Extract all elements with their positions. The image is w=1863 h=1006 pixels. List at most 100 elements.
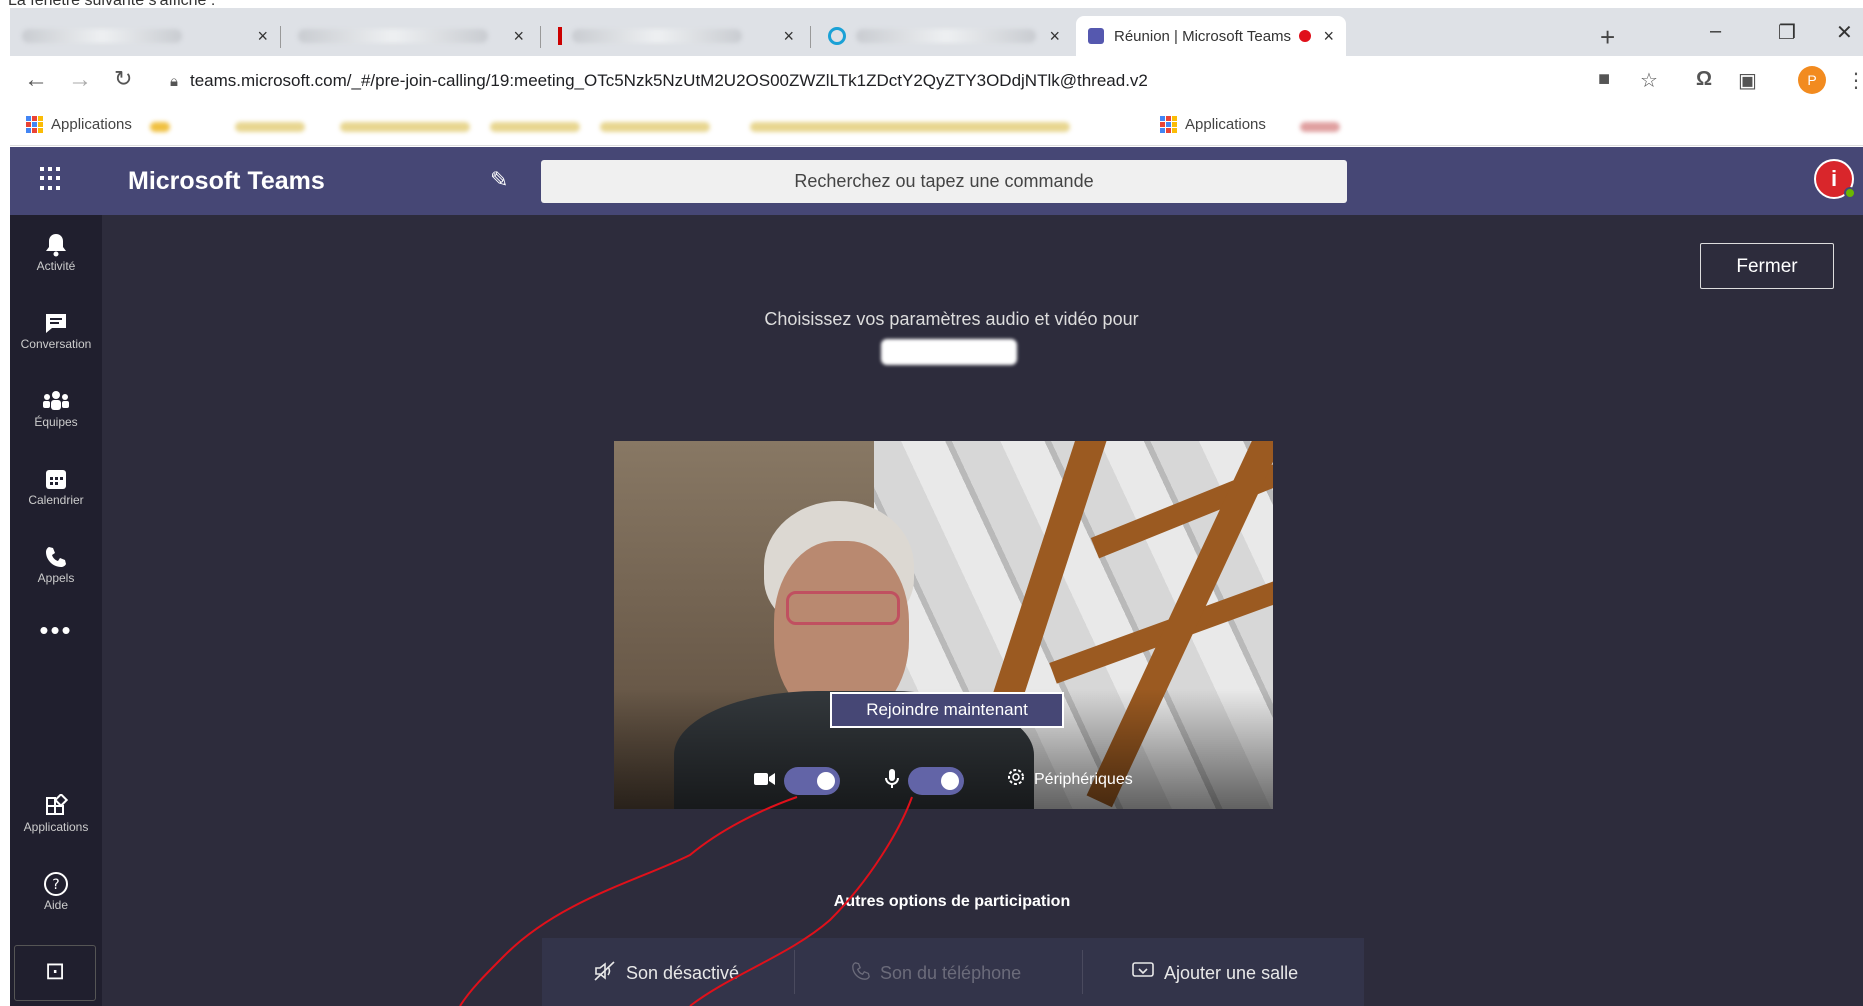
rail-label: Conversation bbox=[20, 337, 92, 351]
search-command-box[interactable]: Recherchez ou tapez une commande bbox=[541, 160, 1347, 203]
apps-grid-icon bbox=[26, 116, 43, 133]
close-window-icon[interactable]: ✕ bbox=[1836, 20, 1853, 45]
calendar-icon bbox=[10, 463, 102, 493]
address-bar[interactable]: 🔒︎ teams.microsoft.com/_#/pre-join-calli… bbox=[170, 64, 1570, 98]
svg-text:?: ? bbox=[52, 877, 59, 893]
reload-icon[interactable]: ↻ bbox=[114, 66, 132, 92]
bookmarks-bar: Applications Applications bbox=[10, 106, 1863, 146]
teams-app: Microsoft Teams ✎ Recherchez ou tapez un… bbox=[10, 147, 1863, 1006]
prejoin-prompt: Choisissez vos paramètres audio et vidéo… bbox=[764, 309, 1139, 329]
minimize-icon[interactable]: – bbox=[1710, 20, 1721, 43]
app-title: Microsoft Teams bbox=[128, 167, 325, 195]
microphone-toggle[interactable] bbox=[908, 767, 964, 795]
tab-favicon bbox=[828, 27, 846, 45]
rail-label: Appels bbox=[37, 571, 75, 585]
option-label: Son du téléphone bbox=[880, 962, 1022, 983]
tab-title: Réunion | Microsoft Teams bbox=[1114, 27, 1292, 45]
tab-title-redacted bbox=[856, 29, 1036, 43]
speaker-off-icon bbox=[594, 960, 616, 986]
app-launcher-icon[interactable] bbox=[40, 167, 64, 191]
tab-favicon bbox=[558, 27, 562, 45]
cast-icon bbox=[1132, 961, 1154, 986]
bookmark-label: Applications bbox=[1185, 116, 1266, 133]
tab-title-redacted bbox=[22, 29, 182, 43]
browser-tab[interactable]: × bbox=[816, 16, 1072, 56]
browser-tab[interactable]: × bbox=[10, 16, 280, 56]
video-preview: Rejoindre maintenant Périphériques bbox=[614, 441, 1273, 809]
tab-close-icon[interactable]: × bbox=[257, 26, 268, 47]
audio-off-option[interactable]: Son désactivé bbox=[594, 958, 739, 988]
rail-label: Calendrier bbox=[28, 493, 84, 507]
rail-item-teams[interactable]: Équipes bbox=[10, 385, 102, 429]
apps-icon bbox=[10, 790, 102, 820]
menu-icon[interactable]: ⋮ bbox=[1846, 68, 1863, 93]
camera-in-use-icon[interactable]: ■ bbox=[1598, 68, 1610, 91]
tab-title-redacted bbox=[298, 29, 488, 43]
close-button[interactable]: Fermer bbox=[1700, 243, 1834, 289]
rail-label: Aide bbox=[43, 898, 69, 912]
tab-close-icon[interactable]: × bbox=[783, 26, 794, 47]
devices-button[interactable]: Périphériques bbox=[1006, 767, 1133, 792]
join-now-button[interactable]: Rejoindre maintenant bbox=[830, 692, 1064, 728]
browser-toolbar: ← → ↻ 🔒︎ teams.microsoft.com/_#/pre-join… bbox=[10, 56, 1863, 106]
bookmark-apps[interactable]: Applications bbox=[26, 116, 132, 133]
bookmark-apps-2[interactable]: Applications bbox=[1160, 116, 1266, 133]
rail-item-calendar[interactable]: Calendrier bbox=[10, 463, 102, 507]
mic-control bbox=[884, 767, 964, 795]
rail-label: Équipes bbox=[34, 415, 78, 429]
rail-item-calls[interactable]: Appels bbox=[10, 541, 102, 585]
phone-icon bbox=[852, 961, 870, 985]
more-apps-icon[interactable]: ••• bbox=[10, 615, 102, 646]
chat-icon bbox=[10, 307, 102, 337]
lock-icon: 🔒︎ bbox=[170, 72, 178, 90]
option-label: Ajouter une salle bbox=[1164, 962, 1299, 983]
rail-label: Applications bbox=[23, 820, 89, 834]
meeting-name-redacted bbox=[881, 339, 1017, 365]
camera-toggle[interactable] bbox=[784, 767, 840, 795]
extension-icon[interactable]: Ω bbox=[1696, 68, 1712, 91]
option-label: Son désactivé bbox=[626, 962, 740, 983]
tab-close-icon[interactable]: × bbox=[513, 26, 524, 47]
phone-icon bbox=[10, 541, 102, 571]
bookmark-star-icon[interactable]: ☆ bbox=[1640, 68, 1658, 93]
devices-label: Périphériques bbox=[1034, 770, 1133, 788]
url-text: teams.microsoft.com/_#/pre-join-calling/… bbox=[189, 71, 1148, 90]
phone-audio-option[interactable]: Son du téléphone bbox=[852, 958, 1021, 988]
add-room-option[interactable]: Ajouter une salle bbox=[1132, 958, 1298, 988]
browser-tab[interactable]: × bbox=[286, 16, 536, 56]
pdf-extension-icon[interactable]: ▣ bbox=[1738, 68, 1757, 93]
browser-tab[interactable]: × bbox=[546, 16, 806, 56]
rail-item-apps[interactable]: Applications bbox=[10, 790, 102, 834]
browser-tabstrip: × × × × Réunion | Microsoft Teams × + – … bbox=[10, 8, 1863, 56]
join-options-bar: Son désactivé Son du téléphone Ajouter u… bbox=[542, 938, 1364, 1006]
recording-dot-icon bbox=[1299, 30, 1312, 42]
forward-icon[interactable]: → bbox=[68, 66, 92, 94]
microphone-icon bbox=[884, 768, 900, 795]
other-options-title: Autres options de participation bbox=[833, 893, 1071, 910]
back-icon[interactable]: ← bbox=[24, 66, 48, 94]
rail-item-activity[interactable]: Activité bbox=[10, 229, 102, 273]
rail-label: Activité bbox=[36, 259, 76, 273]
tab-title-redacted bbox=[572, 29, 742, 43]
profile-avatar[interactable]: P bbox=[1798, 66, 1826, 94]
new-tab-button[interactable]: + bbox=[1600, 22, 1615, 53]
camera-control bbox=[754, 767, 840, 795]
rail-item-chat[interactable]: Conversation bbox=[10, 307, 102, 351]
new-chat-icon[interactable]: ✎ bbox=[490, 167, 508, 193]
teams-icon bbox=[10, 385, 102, 415]
app-rail: Activité Conversation Équipes Calendrier… bbox=[10, 215, 102, 1006]
download-app-icon[interactable]: ⊡ bbox=[14, 945, 96, 1001]
gear-icon bbox=[1006, 767, 1026, 792]
restore-icon[interactable]: ❐ bbox=[1778, 20, 1796, 45]
rail-item-help[interactable]: ? Aide bbox=[10, 868, 102, 912]
browser-tab-active[interactable]: Réunion | Microsoft Teams × bbox=[1076, 16, 1346, 56]
tab-close-icon[interactable]: × bbox=[1049, 26, 1060, 47]
bookmark-label: Applications bbox=[51, 116, 132, 133]
bell-icon bbox=[10, 229, 102, 259]
status-available-icon bbox=[1844, 187, 1856, 199]
teams-favicon-icon bbox=[1088, 28, 1104, 44]
help-icon: ? bbox=[10, 868, 102, 898]
tab-close-icon[interactable]: × bbox=[1323, 26, 1334, 47]
camera-icon bbox=[754, 771, 776, 792]
teams-header: Microsoft Teams ✎ Recherchez ou tapez un… bbox=[10, 147, 1863, 215]
